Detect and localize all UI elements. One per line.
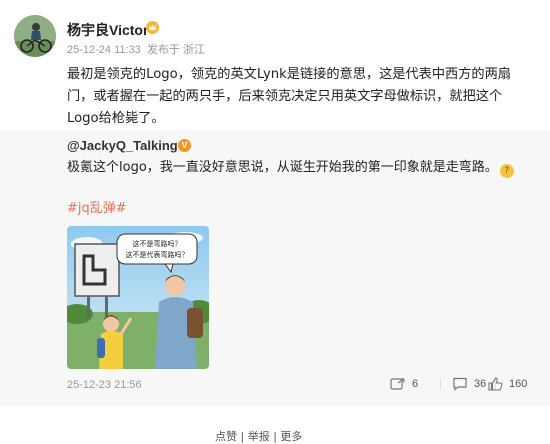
action-divider — [440, 378, 441, 390]
repost-author-name[interactable]: @JackyQ_Talking — [67, 138, 178, 153]
avatar[interactable] — [14, 15, 56, 57]
avatar-image — [14, 15, 56, 57]
bubble-line-2: 这不是代表弯路吗？ — [126, 250, 189, 259]
verified-badge-icon: V — [178, 139, 191, 152]
comment-icon — [453, 377, 467, 391]
forward-count: 6 — [412, 378, 419, 390]
comment-count: 36 — [474, 378, 487, 390]
post-timestamp[interactable]: 25-12-24 11:33 — [67, 44, 141, 56]
bottom-partial-text: 点赞 | 举报 | 更多 — [215, 430, 303, 443]
thinking-face-icon: ? — [499, 164, 514, 178]
illustration-art: 这不是弯路吗？ 这不是代表弯路吗？ — [67, 226, 209, 369]
repost-body: 极氪这个logo，我一直没好意思说，从诞生开始我的第一印象就是走弯路。? — [67, 158, 527, 178]
post-author-name[interactable]: 杨宇良Victor — [67, 20, 148, 40]
crown-icon — [146, 21, 159, 34]
post-body: 最初是领克的Logo，领克的英文Lynk是链接的意思，这是代表中西方的两扇门，或… — [67, 67, 511, 126]
repost-text: 极氪这个logo，我一直没好意思说，从诞生开始我的第一印象就是走弯路。 — [67, 160, 498, 175]
like-count: 160 — [509, 378, 528, 390]
bubble-line-1: 这不是弯路吗？ — [133, 239, 182, 248]
repost-image[interactable]: 这不是弯路吗？ 这不是代表弯路吗？ — [67, 226, 209, 369]
repost-timestamp[interactable]: 25-12-23 21:56 — [67, 379, 142, 391]
thumbs-up-icon — [488, 377, 503, 391]
hashtag-link[interactable]: #jq乱弹# — [67, 197, 127, 216]
post-meta: 25-12-24 11:33 发布于 浙江 — [67, 41, 208, 57]
forward-icon — [390, 378, 405, 390]
post-source: 发布于 浙江 — [146, 44, 205, 56]
